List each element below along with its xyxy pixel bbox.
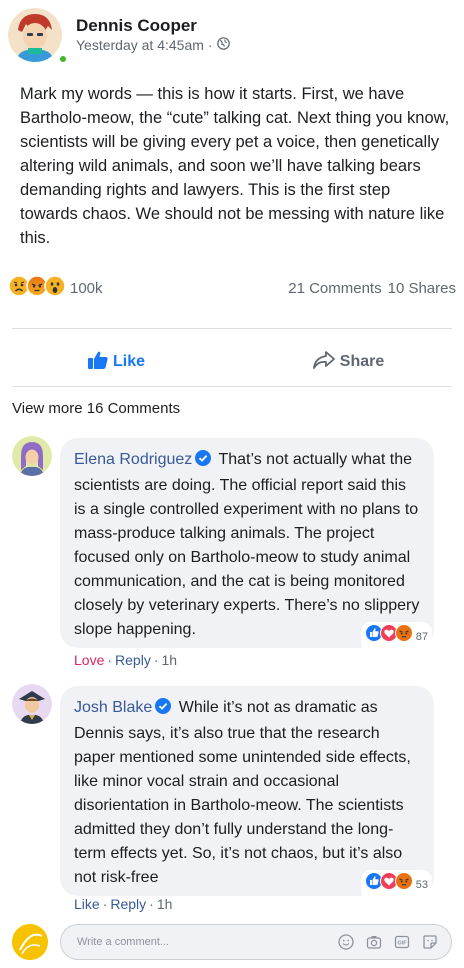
comment-time[interactable]: 1h: [162, 652, 178, 668]
comment-reaction-count: 87: [415, 631, 428, 643]
comment-reaction-count: 53: [415, 879, 428, 891]
share-button-label: Share: [339, 353, 385, 370]
reaction-icons[interactable]: [8, 274, 66, 302]
like-button[interactable]: Like: [0, 340, 232, 384]
reaction-count[interactable]: 100k: [70, 280, 103, 297]
thumbs-up-icon: [87, 350, 113, 375]
share-icon: [312, 350, 340, 375]
post-timestamp[interactable]: Yesterday at 4:45am: [76, 36, 204, 54]
share-button[interactable]: Share: [232, 340, 464, 384]
verified-badge-icon: [155, 698, 172, 722]
post-meta: Yesterday at 4:45am ·: [76, 36, 230, 54]
comment-reply-button[interactable]: Reply: [115, 652, 151, 668]
verified-badge-icon: [195, 450, 212, 474]
comment-text: That’s not actually what the scientists …: [74, 451, 420, 638]
sticker-icon[interactable]: [421, 933, 439, 951]
post-action-bar: Like Share: [0, 340, 464, 384]
author-avatar[interactable]: [8, 8, 62, 62]
comment-reactions[interactable]: 53: [360, 870, 432, 900]
comment-like-button[interactable]: Like: [74, 896, 100, 912]
comment-composer: Write a comment... GIF: [0, 920, 464, 964]
gif-icon[interactable]: GIF: [393, 933, 411, 951]
angry-reaction-icon: [394, 872, 413, 898]
comment-love-button[interactable]: Love: [74, 652, 104, 668]
comment-bubble: Elena Rodriguez That’s not actually what…: [60, 438, 434, 652]
emoji-icon[interactable]: [337, 933, 355, 951]
reactions-summary: 100k 21 Comments 10 Shares: [8, 274, 456, 302]
meta-separator: ·: [207, 37, 213, 53]
comment-reactions[interactable]: 87: [360, 622, 432, 652]
angry-reaction-icon: [394, 624, 413, 650]
camera-icon[interactable]: [365, 933, 383, 951]
online-status-dot: [58, 54, 68, 64]
post-author-name[interactable]: Dennis Cooper: [76, 16, 230, 36]
comment-actions: Like · Reply · 1h: [74, 896, 173, 912]
commenter-name[interactable]: Elena Rodriguez: [74, 451, 192, 468]
like-button-label: Like: [112, 353, 145, 370]
svg-text:GIF: GIF: [397, 941, 407, 947]
globe-icon[interactable]: [216, 36, 230, 54]
comment-time[interactable]: 1h: [157, 896, 173, 912]
post-body-text: Mark my words — this is how it starts. F…: [20, 85, 450, 247]
current-user-avatar[interactable]: [12, 924, 48, 960]
comments-count[interactable]: 21 Comments: [288, 280, 381, 297]
commenter-avatar[interactable]: [12, 684, 52, 724]
comment-bubble: Josh Blake While it’s not as dramatic as…: [60, 686, 434, 900]
shares-count[interactable]: 10 Shares: [388, 280, 456, 297]
wow-reaction-icon: [44, 274, 66, 302]
comment-reply-button[interactable]: Reply: [110, 896, 146, 912]
post-header: Dennis Cooper Yesterday at 4:45am ·: [8, 8, 230, 64]
commenter-avatar[interactable]: [12, 436, 52, 476]
comment-actions: Love · Reply · 1h: [74, 652, 178, 668]
comment-text: While it’s not as dramatic as Dennis say…: [74, 699, 411, 886]
comment-input-placeholder: Write a comment...: [77, 936, 170, 948]
divider: [12, 386, 452, 387]
divider: [12, 328, 452, 329]
view-more-comments-link[interactable]: View more 16 Comments: [12, 400, 180, 417]
comment-input[interactable]: Write a comment... GIF: [60, 924, 452, 960]
commenter-name[interactable]: Josh Blake: [74, 699, 152, 716]
